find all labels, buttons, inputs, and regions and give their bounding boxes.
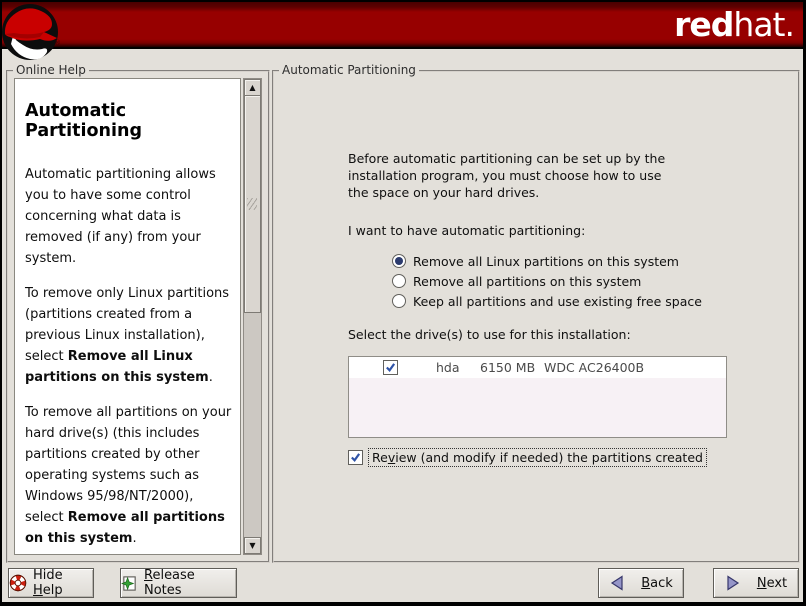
intro-text: Before automatic partitioning can be set… xyxy=(348,150,665,201)
installer-window: ® redhat. Online Help Automatic Partitio… xyxy=(0,0,806,606)
svg-text:®: ® xyxy=(54,39,61,47)
automatic-partitioning-frame-label: Automatic Partitioning xyxy=(279,63,419,77)
help-paragraph-3: To remove all partitions on your hard dr… xyxy=(25,402,234,549)
back-arrow-icon xyxy=(609,575,625,591)
help-scrollbar[interactable]: ▲ ▼ xyxy=(243,78,262,555)
radio-keep-partitions[interactable]: Keep all partitions and use existing fre… xyxy=(392,291,702,311)
drive-list[interactable]: hda 6150 MB WDC AC26400B xyxy=(348,356,727,438)
review-checkbox-label: Review (and modify if needed) the partit… xyxy=(368,448,707,467)
radio-label: Keep all partitions and use existing fre… xyxy=(413,294,702,309)
redhat-wordmark: redhat. xyxy=(674,5,794,45)
review-checkbox-checked-icon[interactable] xyxy=(348,450,363,465)
help-title: Automatic Partitioning xyxy=(25,101,234,141)
drive-size-cell: 6150 MB xyxy=(480,360,536,375)
drive-model-cell: WDC AC26400B xyxy=(544,360,644,375)
online-help-frame-label: Online Help xyxy=(13,63,89,77)
partitioning-radio-group: Remove all Linux partitions on this syst… xyxy=(392,251,702,311)
review-partitions-checkbox-row[interactable]: Review (and modify if needed) the partit… xyxy=(348,448,707,467)
next-button[interactable]: Next xyxy=(713,568,799,598)
help-paragraph-2: To remove only Linux partitions (partiti… xyxy=(25,283,234,388)
radio-label: Remove all partitions on this system xyxy=(413,274,641,289)
radio-button-icon[interactable] xyxy=(392,294,406,308)
partitioning-question-label: I want to have automatic partitioning: xyxy=(348,222,585,239)
lifebuoy-help-icon xyxy=(9,574,27,592)
help-paragraph-1: Automatic partitioning allows you to hav… xyxy=(25,164,234,269)
wordmark-red: red xyxy=(674,5,733,44)
radio-button-icon[interactable] xyxy=(392,274,406,288)
next-label: Next xyxy=(757,576,787,591)
redhat-shadowman-icon: ® xyxy=(2,3,61,62)
installer-canvas: ® redhat. Online Help Automatic Partitio… xyxy=(2,2,803,602)
radio-label: Remove all Linux partitions on this syst… xyxy=(413,254,679,269)
drive-row-hda[interactable]: hda 6150 MB WDC AC26400B xyxy=(349,357,726,378)
automatic-partitioning-frame: Automatic Partitioning Before automatic … xyxy=(272,70,800,563)
help-scrollbar-thumb[interactable] xyxy=(244,95,261,313)
help-text-area: Automatic Partitioning Automatic partiti… xyxy=(14,78,241,555)
wordmark-hat: hat. xyxy=(733,5,794,44)
back-button[interactable]: Back xyxy=(598,568,684,598)
next-arrow-icon xyxy=(725,575,741,591)
drive-checkbox-checked-icon[interactable] xyxy=(383,360,398,375)
radio-button-selected-icon[interactable] xyxy=(392,254,406,268)
radio-remove-linux-partitions[interactable]: Remove all Linux partitions on this syst… xyxy=(392,251,702,271)
online-help-frame: Online Help Automatic Partitioning Autom… xyxy=(6,70,270,563)
release-notes-page-icon xyxy=(121,575,138,592)
radio-remove-all-partitions[interactable]: Remove all partitions on this system xyxy=(392,271,702,291)
back-label: Back xyxy=(641,576,673,591)
scrollbar-grip-icon xyxy=(247,198,257,210)
scroll-down-arrow-icon[interactable]: ▼ xyxy=(244,537,261,554)
drive-device-cell: hda xyxy=(436,360,480,375)
release-notes-label: Release Notes xyxy=(144,568,236,598)
hide-help-label: Hide Help xyxy=(33,568,93,598)
drive-select-label: Select the drive(s) to use for this inst… xyxy=(348,326,631,343)
scroll-up-arrow-icon[interactable]: ▲ xyxy=(244,79,261,96)
release-notes-button[interactable]: Release Notes xyxy=(120,568,237,598)
hide-help-button[interactable]: Hide Help xyxy=(8,568,94,598)
